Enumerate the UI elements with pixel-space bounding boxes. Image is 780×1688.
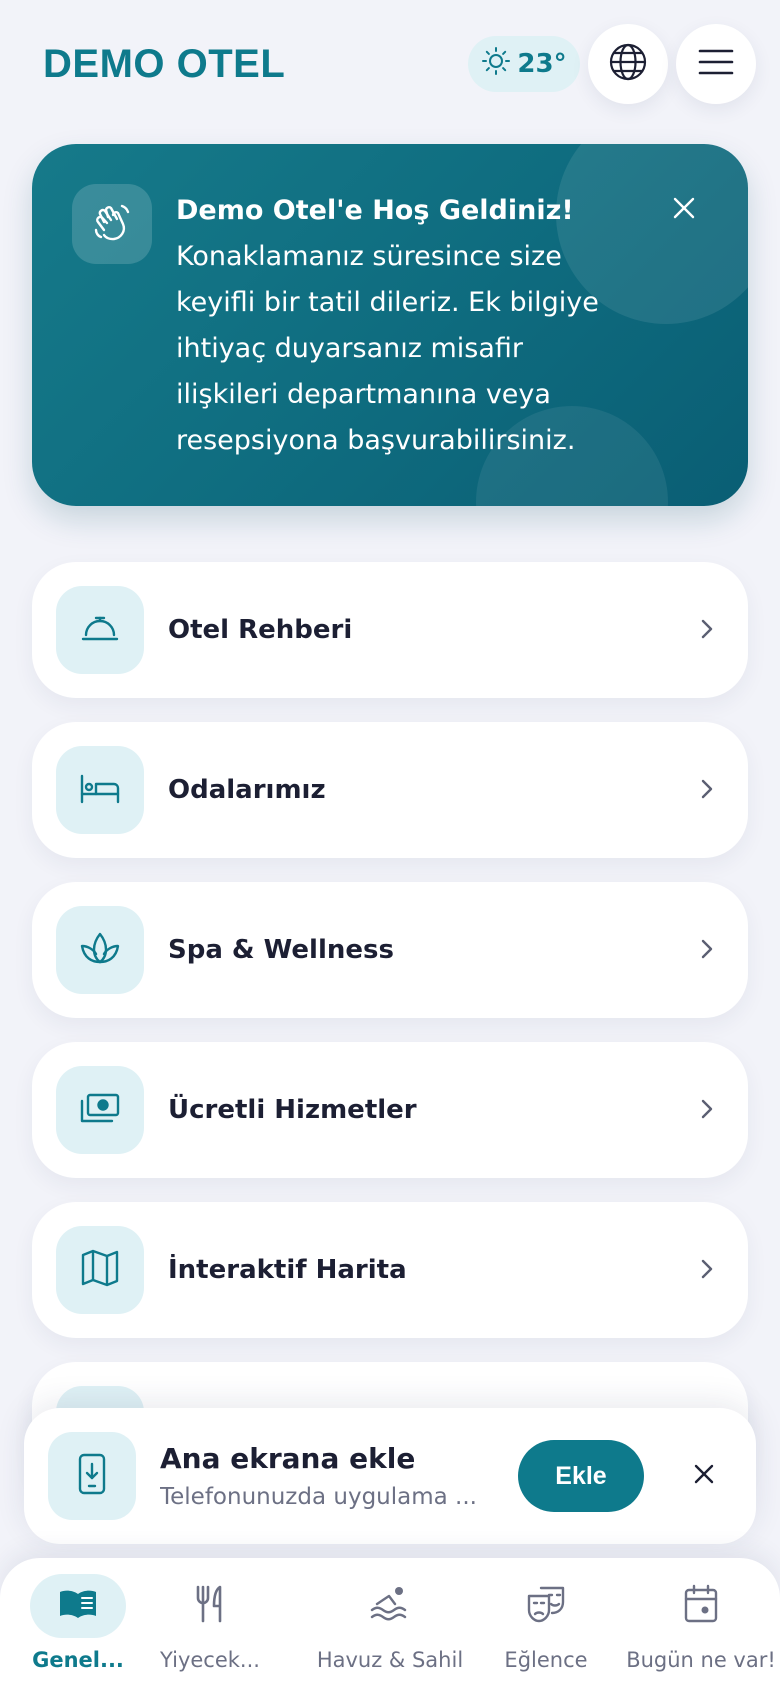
weather-badge[interactable]: 23° bbox=[468, 36, 580, 92]
sun-icon bbox=[481, 46, 511, 83]
welcome-card: Demo Otel'e Hoş Geldiniz! Konaklamanız s… bbox=[32, 144, 748, 506]
service-bell-icon bbox=[79, 607, 121, 653]
menu-icon-box bbox=[56, 746, 144, 834]
phone-download-icon bbox=[77, 1452, 107, 1500]
chevron-right-icon bbox=[692, 934, 722, 964]
menu-icon-box bbox=[56, 1066, 144, 1154]
calendar-icon bbox=[683, 1584, 719, 1628]
welcome-icon-box bbox=[72, 184, 152, 264]
bed-icon bbox=[78, 768, 122, 812]
bottom-tab-bar: Genel... Yiyecek... Havuz & Sahil Eğlenc… bbox=[0, 1558, 780, 1688]
tab-genel[interactable]: Genel... bbox=[6, 1558, 150, 1688]
tab-bugun-ne-var[interactable]: Bugün ne var! bbox=[626, 1558, 776, 1688]
theater-masks-icon bbox=[525, 1584, 567, 1628]
chevron-right-icon bbox=[692, 1094, 722, 1124]
hamburger-menu-icon bbox=[698, 48, 734, 80]
menu-item-label: Odalarımız bbox=[168, 775, 326, 805]
tab-label: Bugün ne var! bbox=[626, 1648, 776, 1672]
header: DEMO OTEL 23° bbox=[0, 0, 780, 130]
globe-icon bbox=[608, 42, 648, 86]
waving-hand-icon bbox=[90, 200, 134, 248]
menu-icon-box bbox=[56, 906, 144, 994]
tab-icon-pill bbox=[653, 1574, 749, 1638]
book-icon bbox=[57, 1588, 99, 1624]
welcome-title: Demo Otel'e Hoş Geldiniz! bbox=[176, 195, 574, 226]
tab-icon-pill bbox=[162, 1574, 258, 1638]
menu-item-label: İnteraktif Harita bbox=[168, 1255, 407, 1285]
install-close-button[interactable] bbox=[684, 1456, 724, 1496]
menu-button[interactable] bbox=[676, 24, 756, 104]
menu-item-label: Otel Rehberi bbox=[168, 615, 353, 645]
menu-item-interaktif-harita[interactable]: İnteraktif Harita bbox=[32, 1202, 748, 1338]
menu-item-odalarimiz[interactable]: Odalarımız bbox=[32, 722, 748, 858]
menu-item-spa-wellness[interactable]: Spa & Wellness bbox=[32, 882, 748, 1018]
menu-icon-box bbox=[56, 1226, 144, 1314]
tab-label: Yiyecek... bbox=[160, 1648, 260, 1672]
menu-item-label: Ücretli Hizmetler bbox=[168, 1095, 417, 1125]
close-icon bbox=[672, 196, 696, 224]
menu-icon-box bbox=[56, 586, 144, 674]
menu-item-label: Spa & Wellness bbox=[168, 935, 394, 965]
welcome-text: Demo Otel'e Hoş Geldiniz! Konaklamanız s… bbox=[176, 188, 616, 464]
temperature-text: 23° bbox=[517, 49, 567, 79]
tab-icon-pill bbox=[30, 1574, 126, 1638]
money-icon bbox=[78, 1089, 122, 1131]
chevron-right-icon bbox=[692, 1254, 722, 1284]
swimmer-icon bbox=[369, 1584, 411, 1628]
install-add-button[interactable]: Ekle bbox=[518, 1440, 644, 1512]
install-title: Ana ekrana ekle bbox=[160, 1442, 416, 1475]
tab-eglence[interactable]: Eğlence bbox=[486, 1558, 606, 1688]
close-icon bbox=[693, 1463, 715, 1489]
install-banner: Ana ekrana ekle Telefonunuzda uygulama .… bbox=[24, 1408, 756, 1544]
tab-icon-pill bbox=[498, 1574, 594, 1638]
tab-label: Eğlence bbox=[504, 1648, 588, 1672]
chevron-right-icon bbox=[692, 614, 722, 644]
install-subtitle: Telefonunuzda uygulama ... bbox=[160, 1484, 477, 1510]
lotus-icon bbox=[78, 928, 122, 972]
tab-label: Havuz & Sahil bbox=[316, 1648, 464, 1672]
menu-item-ucretli-hizmetler[interactable]: Ücretli Hizmetler bbox=[32, 1042, 748, 1178]
brand-logo-text: DEMO OTEL bbox=[43, 42, 286, 86]
tab-label: Genel... bbox=[32, 1648, 124, 1672]
language-button[interactable] bbox=[588, 24, 668, 104]
map-icon bbox=[79, 1247, 121, 1293]
chevron-right-icon bbox=[692, 774, 722, 804]
welcome-close-button[interactable] bbox=[664, 190, 704, 230]
install-icon-box bbox=[48, 1432, 136, 1520]
tab-havuz-sahil[interactable]: Havuz & Sahil bbox=[310, 1558, 470, 1688]
menu-item-otel-rehberi[interactable]: Otel Rehberi bbox=[32, 562, 748, 698]
fork-knife-icon bbox=[194, 1584, 226, 1628]
tab-icon-pill bbox=[342, 1574, 438, 1638]
tab-yiyecek[interactable]: Yiyecek... bbox=[150, 1558, 270, 1688]
welcome-message: Konaklamanız süresince size keyifli bir … bbox=[176, 241, 599, 456]
